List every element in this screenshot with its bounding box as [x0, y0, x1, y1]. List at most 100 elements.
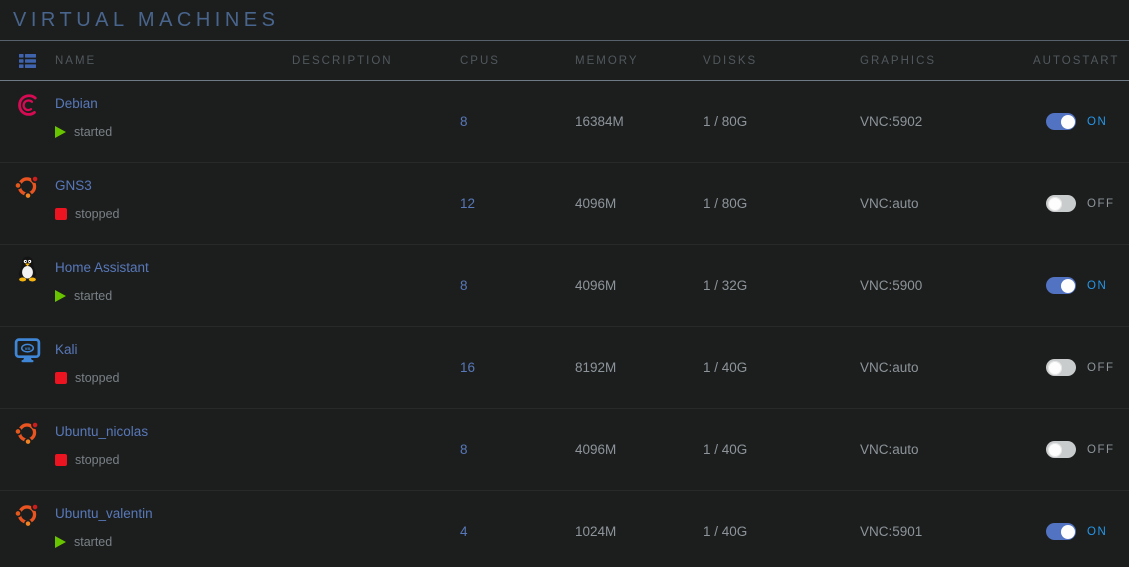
autostart-toggle[interactable]: [1046, 441, 1076, 458]
vm-cpus-link[interactable]: 4: [460, 524, 468, 539]
column-header-name: NAME: [55, 55, 292, 67]
vm-cpus-cell: 8: [460, 114, 575, 129]
vm-status: stopped: [55, 453, 292, 467]
ubuntu-logo-icon: [13, 418, 42, 447]
column-header-cpus: CPUS: [460, 55, 575, 67]
started-play-icon: [55, 126, 66, 138]
autostart-toggle[interactable]: [1046, 523, 1076, 540]
vm-vdisks: 1 / 32G: [703, 278, 860, 293]
vm-name-cell: GNS3 stopped: [55, 163, 292, 244]
vm-name-link[interactable]: Debian: [55, 96, 98, 111]
page-title-bar: VIRTUAL MACHINES: [0, 0, 1129, 41]
vm-vdisks: 1 / 40G: [703, 524, 860, 539]
stopped-square-icon: [55, 454, 67, 466]
vm-name-cell: Debian started: [55, 81, 292, 162]
vm-vdisks: 1 / 80G: [703, 114, 860, 129]
toggle-knob: [1048, 197, 1062, 211]
vm-page: VIRTUAL MACHINES NAME DESCRIPTION CPUS M…: [0, 0, 1129, 567]
vm-autostart-cell: OFF: [1033, 441, 1129, 458]
vm-memory: 4096M: [575, 442, 703, 457]
stopped-square-icon: [55, 372, 67, 384]
debian-logo-icon: [13, 90, 42, 119]
vm-memory: 4096M: [575, 196, 703, 211]
autostart-state-label: ON: [1087, 116, 1107, 128]
autostart-state-label: OFF: [1087, 444, 1115, 456]
toggle-knob: [1061, 115, 1075, 129]
vm-memory: 1024M: [575, 524, 703, 539]
vm-os-icon-cell[interactable]: [0, 163, 55, 244]
table-list-icon-glyph: [18, 53, 37, 69]
stopped-square-icon: [55, 208, 67, 220]
vm-graphics: VNC:5902: [860, 114, 1033, 129]
table-list-icon[interactable]: [0, 53, 55, 69]
vm-cpus-link[interactable]: 8: [460, 114, 468, 129]
vm-name-link[interactable]: Ubuntu_nicolas: [55, 424, 148, 439]
vm-os-icon-cell[interactable]: vm: [0, 327, 55, 408]
vm-cpus-cell: 8: [460, 442, 575, 457]
autostart-state-label: ON: [1087, 280, 1107, 292]
started-play-icon: [55, 290, 66, 302]
vm-graphics: VNC:auto: [860, 442, 1033, 457]
vm-monitor-icon: vm: [13, 336, 42, 365]
vm-name-link[interactable]: Home Assistant: [55, 260, 149, 275]
vm-name-link[interactable]: Ubuntu_valentin: [55, 506, 153, 521]
vm-status-text: started: [74, 125, 112, 139]
vm-graphics: VNC:auto: [860, 360, 1033, 375]
autostart-toggle[interactable]: [1046, 195, 1076, 212]
vm-os-icon-cell[interactable]: [0, 81, 55, 162]
vm-vdisks: 1 / 80G: [703, 196, 860, 211]
column-header-description: DESCRIPTION: [292, 55, 460, 67]
vm-memory: 8192M: [575, 360, 703, 375]
vm-os-icon-cell[interactable]: [0, 245, 55, 326]
vm-status: started: [55, 535, 292, 549]
column-header-vdisks: VDISKS: [703, 55, 860, 67]
toggle-knob: [1048, 443, 1062, 457]
vm-vdisks: 1 / 40G: [703, 360, 860, 375]
vm-cpus-link[interactable]: 16: [460, 360, 475, 375]
autostart-state-label: OFF: [1087, 198, 1115, 210]
toggle-knob: [1048, 361, 1062, 375]
toggle-knob: [1061, 525, 1075, 539]
linux-tux-icon: [13, 254, 42, 283]
vm-vdisks: 1 / 40G: [703, 442, 860, 457]
vm-status-text: stopped: [75, 207, 119, 221]
vm-autostart-cell: ON: [1033, 277, 1129, 294]
autostart-toggle[interactable]: [1046, 277, 1076, 294]
table-row: GNS3 stopped 12 4096M 1 / 80G VNC:auto O…: [0, 163, 1129, 245]
vm-status: started: [55, 125, 292, 139]
vm-status-text: stopped: [75, 453, 119, 467]
toggle-knob: [1061, 279, 1075, 293]
vm-autostart-cell: OFF: [1033, 195, 1129, 212]
vm-graphics: VNC:5900: [860, 278, 1033, 293]
vm-memory: 4096M: [575, 278, 703, 293]
table-row: Debian started 8 16384M 1 / 80G VNC:5902…: [0, 81, 1129, 163]
vm-memory: 16384M: [575, 114, 703, 129]
ubuntu-logo-icon: [13, 500, 42, 529]
autostart-state-label: OFF: [1087, 362, 1115, 374]
started-play-icon: [55, 536, 66, 548]
vm-cpus-link[interactable]: 12: [460, 196, 475, 211]
vm-name-cell: Ubuntu_valentin started: [55, 491, 292, 567]
vm-cpus-cell: 8: [460, 278, 575, 293]
vm-name-link[interactable]: GNS3: [55, 178, 92, 193]
vm-cpus-cell: 16: [460, 360, 575, 375]
page-title: VIRTUAL MACHINES: [13, 9, 279, 32]
vm-table-body: Debian started 8 16384M 1 / 80G VNC:5902…: [0, 81, 1129, 567]
vm-status: stopped: [55, 207, 292, 221]
vm-cpus-link[interactable]: 8: [460, 278, 468, 293]
table-row: Home Assistant started 8 4096M 1 / 32G V…: [0, 245, 1129, 327]
table-row: Ubuntu_nicolas stopped 8 4096M 1 / 40G V…: [0, 409, 1129, 491]
table-row: vm Kali stopped 16 8192M 1 / 40G VNC:aut…: [0, 327, 1129, 409]
vm-os-icon-cell[interactable]: [0, 491, 55, 567]
column-header-autostart: AUTOSTART: [1033, 55, 1129, 67]
svg-text:vm: vm: [25, 347, 31, 352]
vm-name-link[interactable]: Kali: [55, 342, 78, 357]
vm-autostart-cell: ON: [1033, 523, 1129, 540]
autostart-toggle[interactable]: [1046, 359, 1076, 376]
column-header-memory: MEMORY: [575, 55, 703, 67]
autostart-toggle[interactable]: [1046, 113, 1076, 130]
vm-cpus-cell: 4: [460, 524, 575, 539]
vm-cpus-link[interactable]: 8: [460, 442, 468, 457]
vm-name-cell: Home Assistant started: [55, 245, 292, 326]
vm-os-icon-cell[interactable]: [0, 409, 55, 490]
